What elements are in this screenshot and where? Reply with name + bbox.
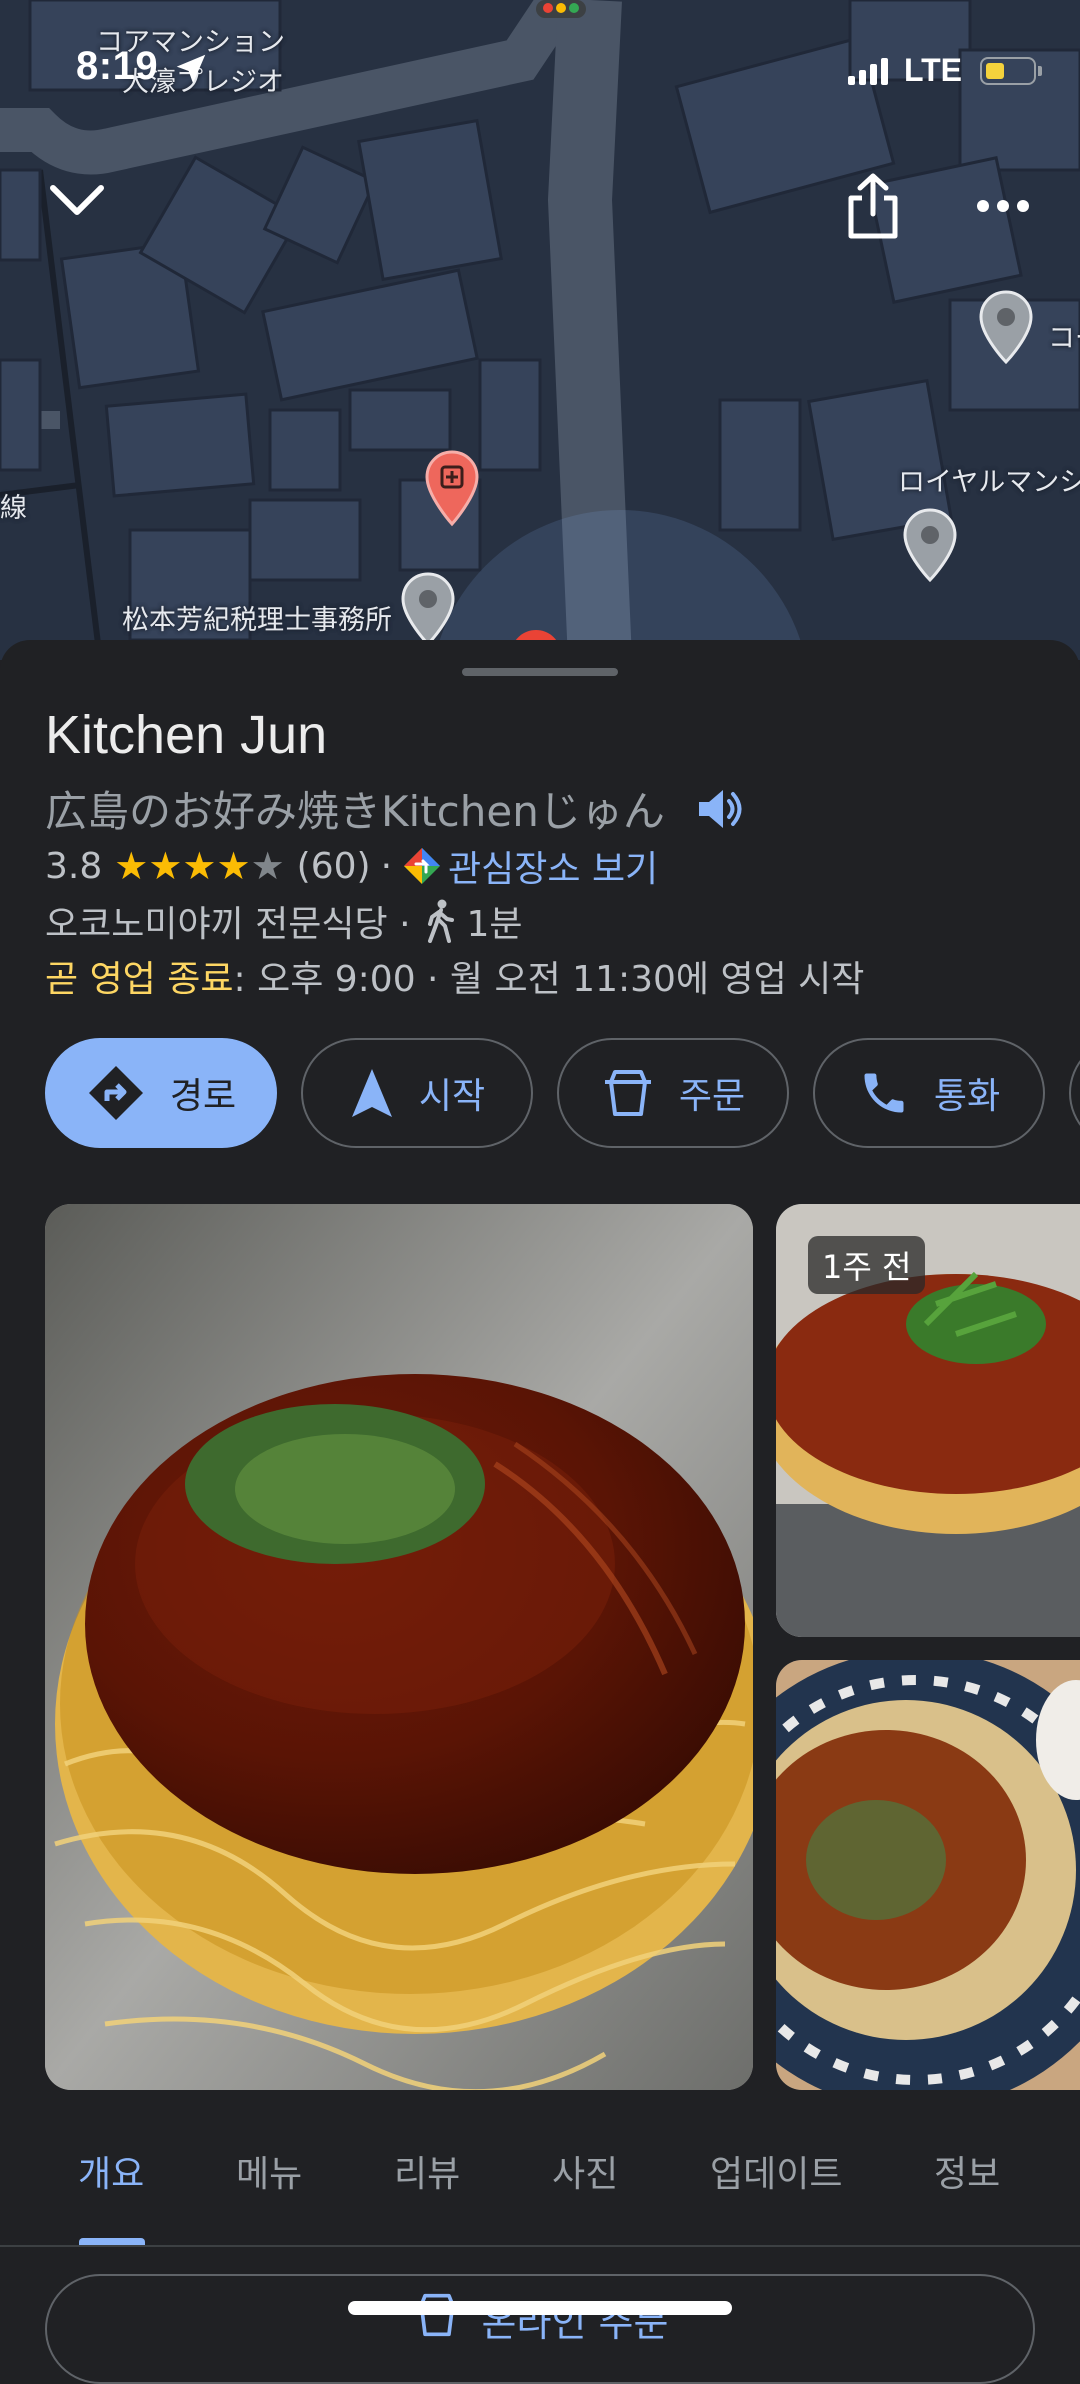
- place-pin-icon[interactable]: [978, 290, 1034, 366]
- chevron-down-icon[interactable]: [48, 180, 106, 220]
- map-view[interactable]: コアマンション 大濠プレジオ コー ロイヤルマンシ 線 松本芳紀税理士事務所: [0, 0, 1080, 660]
- map-label-tax-office[interactable]: 松本芳紀税理士事務所: [122, 598, 392, 637]
- walking-icon: [427, 899, 454, 943]
- place-native-name: 広島のお好み焼きKitchenじゅん: [45, 787, 665, 836]
- more-actions-button[interactable]: [1069, 1038, 1080, 1148]
- directions-label: 경로: [169, 1076, 237, 1117]
- tab-about[interactable]: 정보: [934, 2145, 1000, 2197]
- tab-menu[interactable]: 메뉴: [236, 2145, 302, 2197]
- network-type: LTE: [903, 52, 962, 88]
- interest-link-label[interactable]: 관심장소 보기: [448, 840, 658, 892]
- map-label-royal-mansion[interactable]: ロイヤルマンシ: [898, 460, 1080, 499]
- rating-stars: ★ ★ ★ ★ ★: [114, 847, 284, 885]
- interest-diamond-icon: [404, 848, 441, 884]
- location-arrow-icon: [176, 54, 206, 84]
- review-count[interactable]: (60): [297, 846, 371, 887]
- more-icon[interactable]: [976, 198, 1030, 214]
- home-indicator[interactable]: [348, 2301, 732, 2315]
- category-row: 오코노미야끼 전문식당 · 1분: [45, 895, 523, 947]
- speaker-icon[interactable]: [695, 785, 747, 833]
- sheet-drag-handle[interactable]: [462, 668, 618, 676]
- tab-updates[interactable]: 업데이트: [710, 2145, 842, 2197]
- phone-icon: [864, 1073, 904, 1113]
- battery-icon: [980, 56, 1042, 85]
- walk-time: 1분: [466, 904, 523, 945]
- separator: ·: [380, 845, 393, 887]
- online-order-button[interactable]: 온라인 주문: [45, 2274, 1035, 2384]
- map-label-left-edge[interactable]: 線: [0, 486, 27, 525]
- takeout-icon: [415, 2293, 458, 2337]
- tab-photos[interactable]: 사진: [552, 2145, 618, 2197]
- place-title: Kitchen Jun: [45, 705, 328, 765]
- start-button[interactable]: 시작: [301, 1038, 533, 1148]
- tab-reviews[interactable]: 리뷰: [394, 2145, 460, 2197]
- star-icon: ★: [216, 844, 251, 888]
- navigation-icon: [351, 1069, 392, 1117]
- okonomiyaki-plate-photo-image: [776, 1660, 1080, 2090]
- hours-detail: : 오후 9:00 · 월 오전 11:30에 영업 시작: [233, 959, 865, 1000]
- order-label: 주문: [678, 1076, 746, 1117]
- star-icon: ★: [182, 844, 217, 888]
- place-details-sheet[interactable]: Kitchen Jun 広島のお好み焼きKitchenじゅん 3.8 ★ ★ ★…: [0, 640, 1080, 2384]
- closing-status: 곧 영업 종료: [45, 959, 234, 1000]
- place-tabs: 개요 메뉴 리뷰 사진 업데이트 정보: [0, 2145, 1080, 2245]
- star-icon: ★: [250, 844, 285, 888]
- place-photo-main[interactable]: [45, 1204, 753, 2090]
- okonomiyaki-photo-image: [45, 1204, 753, 2090]
- status-time: 8:19: [76, 44, 159, 88]
- place-pin-icon[interactable]: [902, 508, 958, 584]
- action-buttons: 경로 시작 주문 통화: [45, 1038, 1080, 1148]
- status-indicators: LTE: [847, 52, 1042, 89]
- takeout-icon: [604, 1070, 651, 1116]
- place-photo-recent[interactable]: 1주 전: [776, 1204, 1080, 1637]
- photo-age-badge: 1주 전: [808, 1236, 926, 1294]
- hours-row[interactable]: 곧 영업 종료: 오후 9:00 · 월 오전 11:30에 영업 시작: [45, 950, 864, 1002]
- place-pin-icon[interactable]: [400, 572, 456, 648]
- rating-value: 3.8: [45, 845, 103, 887]
- tab-divider: [0, 2245, 1080, 2247]
- directions-button[interactable]: 경로: [45, 1038, 277, 1148]
- star-icon: ★: [148, 844, 183, 888]
- call-button[interactable]: 통화: [813, 1038, 1045, 1148]
- interest-link[interactable]: 관심장소 보기: [402, 840, 658, 892]
- signal-icon: [847, 57, 888, 85]
- map-label-right-edge[interactable]: コー: [1048, 316, 1080, 355]
- rating-row: 3.8 ★ ★ ★ ★ ★ (60) · 관심장소 보기: [45, 840, 658, 892]
- place-category: 오코노미야끼 전문식당 ·: [45, 904, 411, 945]
- directions-icon: [88, 1066, 143, 1120]
- share-icon[interactable]: [846, 172, 900, 240]
- star-icon: ★: [114, 844, 149, 888]
- place-photo-secondary[interactable]: [776, 1660, 1080, 2090]
- place-native-name-row: 広島のお好み焼きKitchenじゅん: [45, 778, 747, 839]
- tab-overview[interactable]: 개요: [78, 2145, 144, 2197]
- order-takeout-button[interactable]: 주문: [557, 1038, 789, 1148]
- call-label: 통화: [933, 1076, 1001, 1117]
- medical-pin-icon[interactable]: [424, 450, 480, 528]
- start-label: 시작: [418, 1076, 486, 1117]
